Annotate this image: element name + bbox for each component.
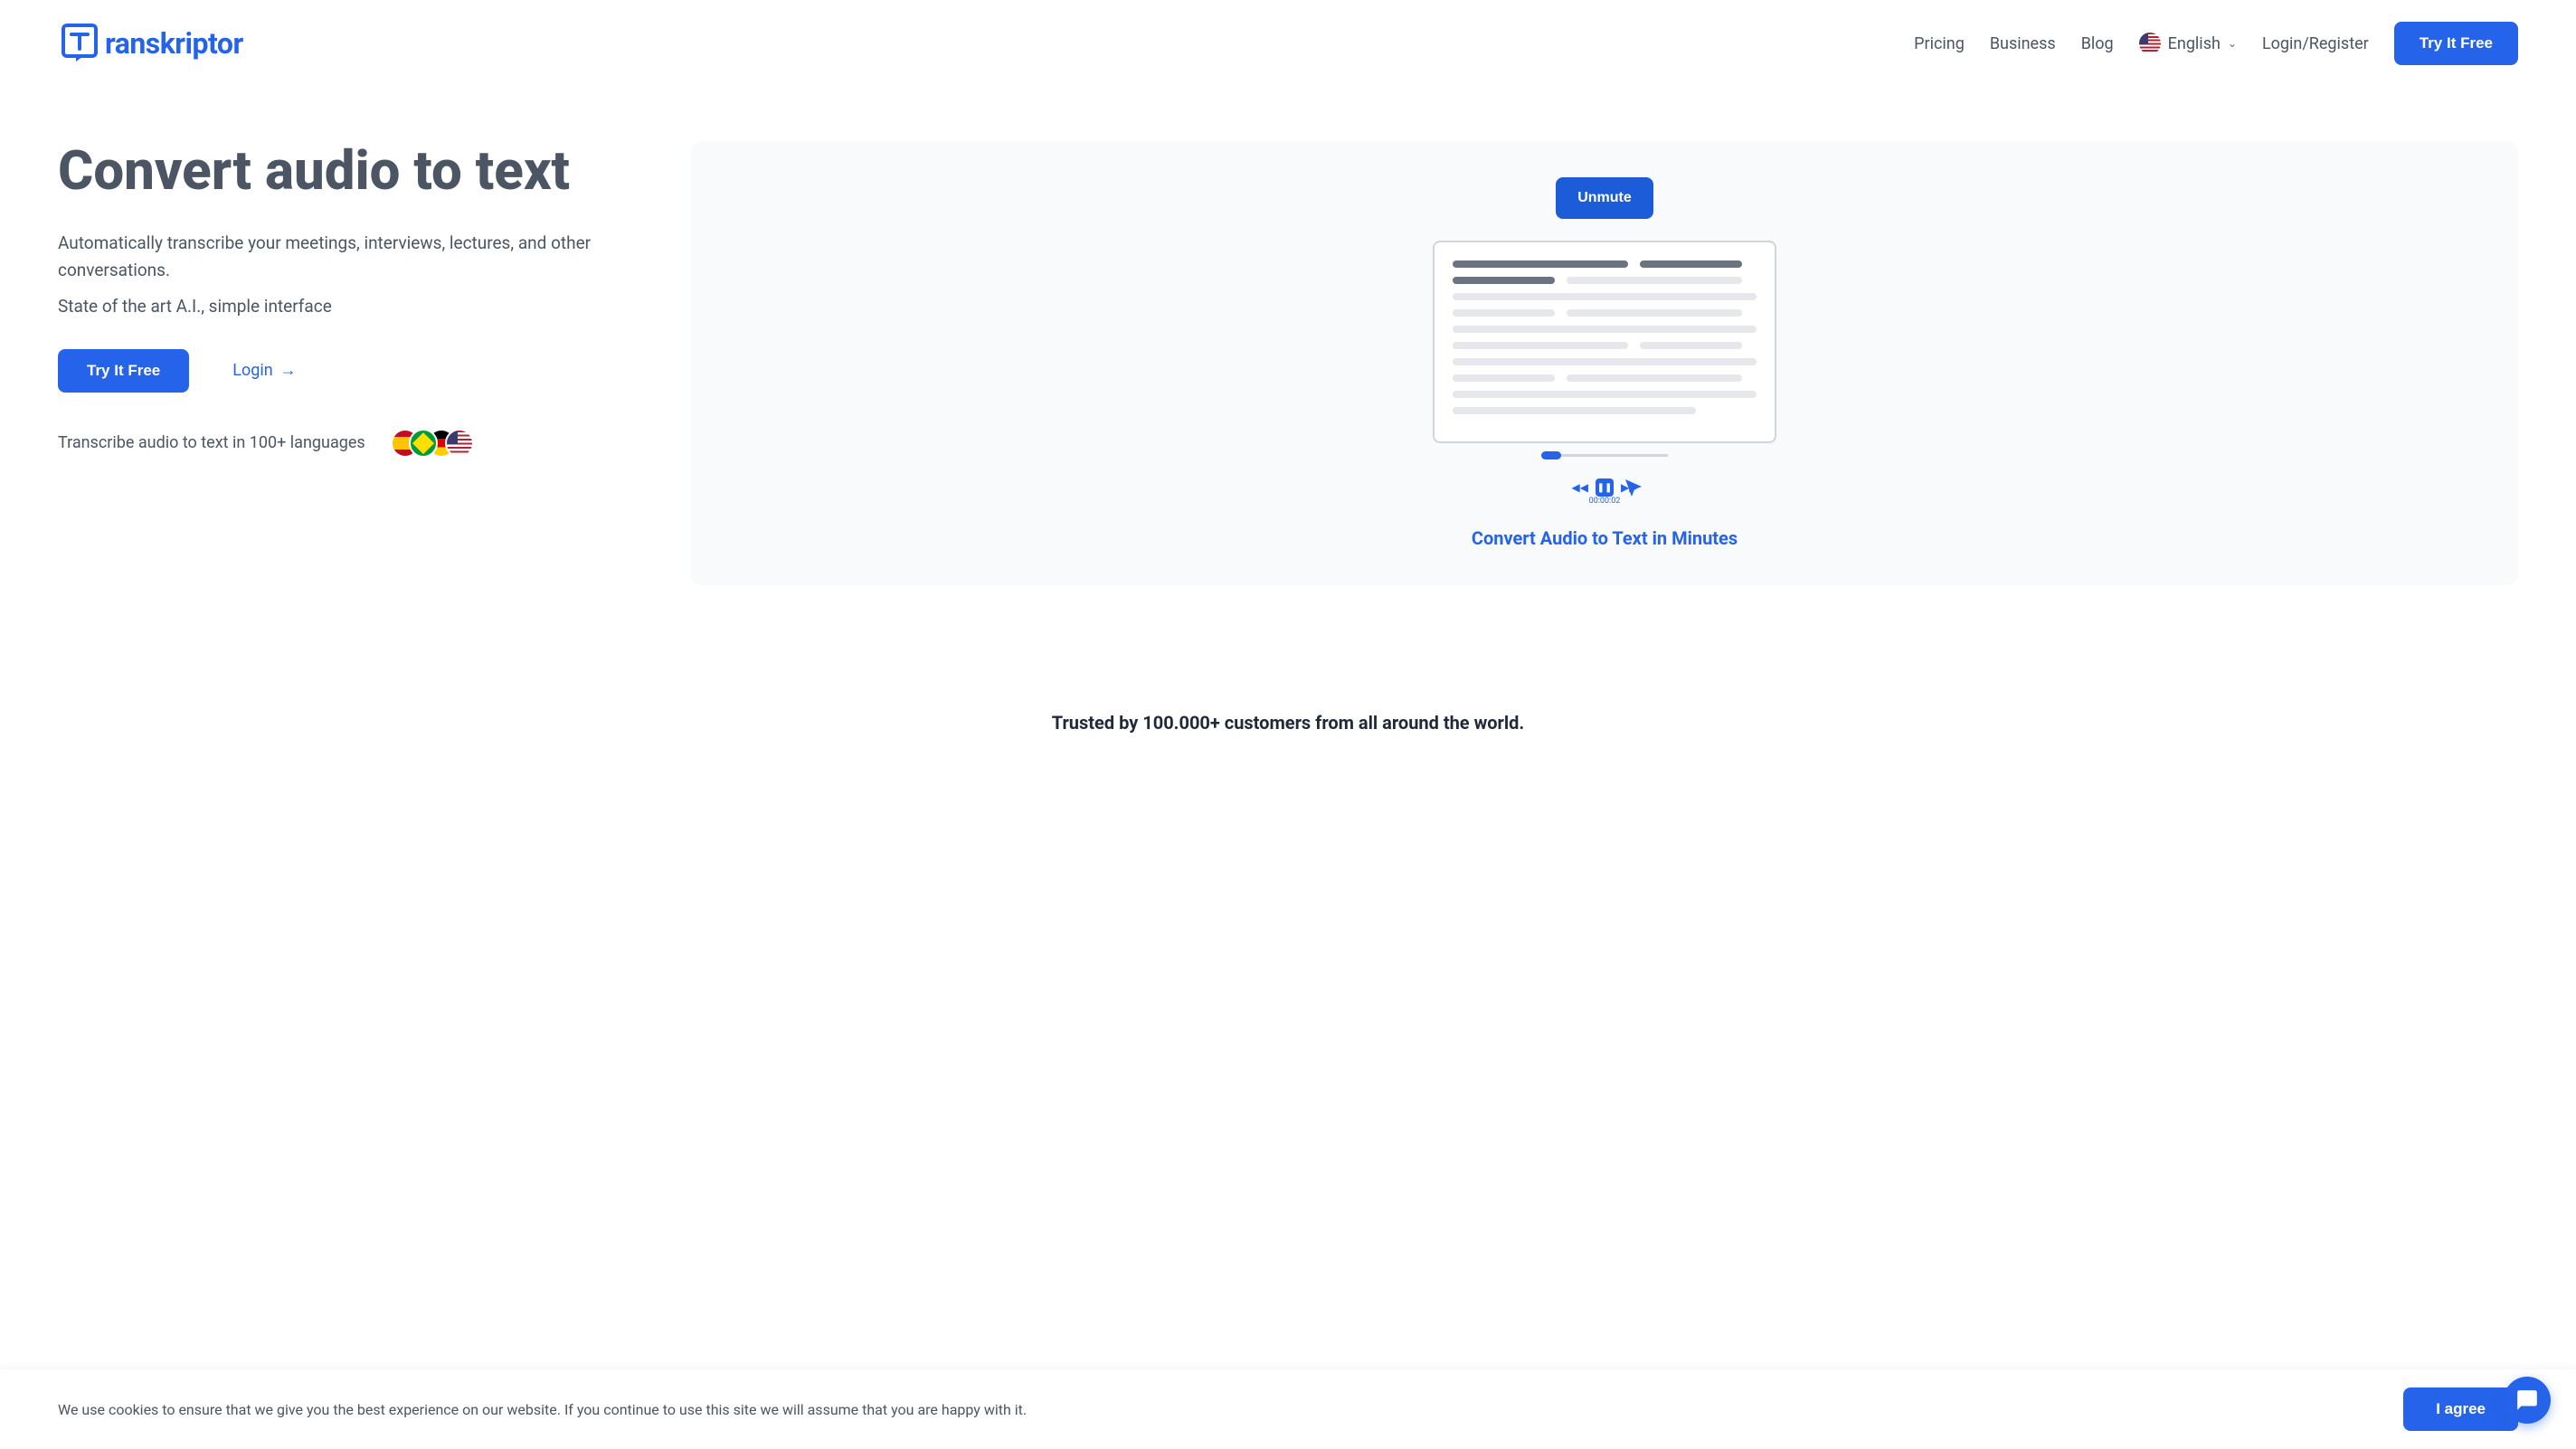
logo-text: ranskriptor [105, 26, 243, 61]
flag-us-icon [2139, 33, 2161, 54]
chat-icon [2515, 1388, 2539, 1412]
player-progress[interactable] [1541, 454, 1668, 457]
languages-text: Transcribe audio to text in 100+ languag… [58, 433, 365, 452]
unmute-button[interactable]: Unmute [1556, 177, 1653, 219]
video-mockup [1433, 241, 1776, 443]
cookie-agree-button[interactable]: I agree [2403, 1387, 2518, 1431]
flag-stack [391, 429, 474, 458]
hero-section: Convert audio to text Automatically tran… [0, 87, 2576, 639]
video-caption: Convert Audio to Text in Minutes [1472, 527, 1738, 549]
rewind-icon[interactable]: ◀◀ [1572, 481, 1588, 494]
hero-actions: Try It Free Login → [58, 349, 637, 393]
logo[interactable]: ranskriptor [58, 22, 243, 65]
chat-widget-button[interactable] [2504, 1377, 2551, 1424]
nav-business[interactable]: Business [1990, 34, 2056, 53]
pause-button[interactable]: ❚❚ [1596, 478, 1614, 497]
logo-icon [58, 22, 101, 65]
nav-blog[interactable]: Blog [2081, 34, 2114, 53]
trusted-text: Trusted by 100.000+ customers from all a… [1052, 712, 1524, 734]
player-time: 00:00:02 [1589, 497, 1621, 506]
player: ◀◀ ❚❚ ▶▶ 00:00:02 [1541, 454, 1668, 506]
hero-login-link[interactable]: Login → [232, 361, 296, 380]
cookie-text: We use cookies to ensure that we give yo… [58, 1401, 1027, 1418]
flag-us-icon [445, 429, 474, 458]
arrow-right-icon: → [280, 361, 297, 380]
nav-pricing[interactable]: Pricing [1914, 34, 1965, 53]
header: ranskriptor Pricing Business Blog Englis… [0, 0, 2576, 87]
login-label: Login [232, 361, 272, 380]
nav-login-register[interactable]: Login/Register [2262, 34, 2369, 53]
flag-br-icon [409, 429, 438, 458]
header-cta-button[interactable]: Try It Free [2394, 22, 2518, 65]
main-nav: Pricing Business Blog English ⌄ Login/Re… [1914, 22, 2518, 65]
hero-description: Automatically transcribe your meetings, … [58, 230, 637, 285]
hero-title: Convert audio to text [58, 141, 637, 201]
hero-video-panel: Unmute ◀◀ ❚❚ ▶▶ 00:00:02 [691, 141, 2518, 585]
trusted-section: Trusted by 100.000+ customers from all a… [0, 639, 2576, 770]
language-selector[interactable]: English ⌄ [2139, 33, 2237, 54]
chevron-down-icon: ⌄ [2228, 37, 2237, 50]
cookie-banner: We use cookies to ensure that we give yo… [0, 1369, 2576, 1449]
hero-sub-description: State of the art A.I., simple interface [58, 296, 637, 317]
hero-cta-button[interactable]: Try It Free [58, 349, 189, 393]
hero-content: Convert audio to text Automatically tran… [58, 141, 637, 458]
language-label: English [2168, 34, 2221, 53]
languages-info: Transcribe audio to text in 100+ languag… [58, 429, 637, 458]
cursor-icon [1623, 478, 1644, 499]
